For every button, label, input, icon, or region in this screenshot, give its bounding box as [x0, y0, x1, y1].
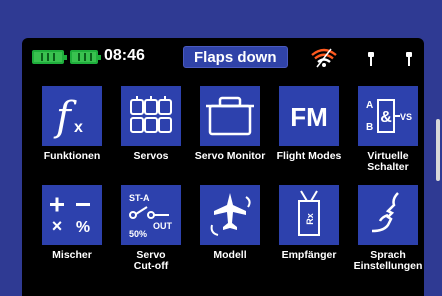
mixer-icon: × %	[50, 197, 90, 236]
svg-text:Rx: Rx	[305, 213, 315, 225]
menu-tile-servo-monitor[interactable]	[200, 86, 260, 146]
voice-settings-icon	[371, 192, 399, 233]
svg-text:50%: 50%	[129, 229, 147, 239]
label-line-2: Schalter	[367, 161, 409, 173]
menu-tile-empfaenger[interactable]: Rx	[279, 185, 339, 245]
telemetry-signal-icon	[311, 48, 337, 68]
servo-cutoff-icon: ST-A OUT 50%	[129, 193, 173, 239]
antenna-1-icon	[368, 52, 374, 66]
servos-icon	[130, 96, 172, 133]
menu-label-virtuelle-schalter: Virtuelle Schalter	[345, 151, 431, 173]
svg-text:x: x	[74, 119, 83, 136]
menu-label-flight-modes: Flight Modes	[276, 150, 342, 162]
model-icon	[210, 193, 251, 236]
virtual-switch-icon: A B & VS	[366, 99, 412, 133]
menu-label-sprach-einstellungen: Sprach Einstellungen	[345, 250, 431, 272]
transmitter-screen: 08:46 Flaps down f x Funktionen Servos S…	[22, 38, 440, 296]
menu-label-modell: Modell	[213, 249, 247, 261]
menu-tile-mischer[interactable]: × %	[42, 185, 102, 245]
status-bar: 08:46 Flaps down	[22, 38, 424, 78]
battery-1-icon	[32, 50, 67, 64]
menu-tile-servo-cutoff[interactable]: ST-A OUT 50%	[121, 185, 181, 245]
menu-label-mischer: Mischer	[52, 249, 92, 261]
svg-text:OUT: OUT	[153, 221, 173, 231]
svg-text:&: &	[380, 109, 392, 126]
menu-label-funktionen: Funktionen	[43, 150, 101, 162]
clock-time: 08:46	[104, 47, 145, 64]
servo-monitor-icon	[206, 96, 254, 136]
svg-text:A: A	[366, 100, 373, 111]
function-icon: f x	[53, 94, 83, 140]
menu-tile-modell[interactable]	[200, 185, 260, 245]
menu-label-servo-cutoff: Servo Cut-off	[108, 250, 194, 272]
menu-tile-funktionen[interactable]: f x	[42, 86, 102, 146]
menu-tile-flight-modes[interactable]: FM	[279, 86, 339, 146]
flight-modes-icon: FM	[290, 102, 328, 132]
battery-2-icon	[70, 50, 101, 64]
receiver-icon: Rx	[298, 190, 320, 236]
svg-text:FM: FM	[290, 102, 328, 132]
label-line-2: Cut-off	[133, 260, 169, 272]
scrollbar[interactable]	[436, 119, 440, 181]
menu-tile-servos[interactable]	[121, 86, 181, 146]
menu-tile-sprach-einstellungen[interactable]	[358, 185, 418, 245]
svg-text:VS: VS	[400, 112, 412, 122]
label-line-2: Einstellungen	[353, 260, 423, 272]
menu-label-empfaenger: Empfänger	[281, 249, 337, 261]
svg-text:ST-A: ST-A	[129, 193, 150, 203]
menu-tile-virtuelle-schalter[interactable]: A B & VS	[358, 86, 418, 146]
menu-label-servo-monitor: Servo Monitor	[194, 150, 266, 162]
svg-text:×: ×	[52, 216, 63, 236]
svg-text:B: B	[366, 122, 373, 133]
flight-mode-badge[interactable]: Flaps down	[183, 46, 288, 68]
menu-label-servos: Servos	[133, 150, 169, 162]
antenna-2-icon	[406, 52, 412, 66]
svg-text:%: %	[76, 219, 90, 236]
